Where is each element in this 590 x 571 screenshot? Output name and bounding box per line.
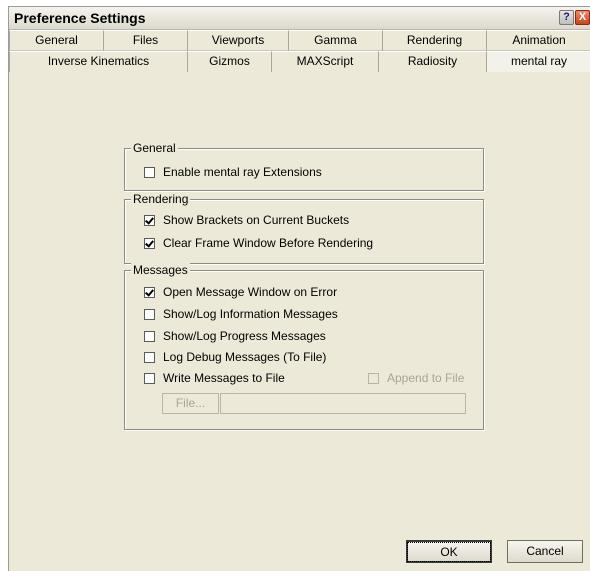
checkbox-label: Write Messages to File (163, 371, 285, 385)
enable-mental-ray-extensions-checkbox[interactable]: Enable mental ray Extensions (144, 164, 322, 180)
rendering-group: Rendering (124, 192, 484, 264)
show-log-information-checkbox[interactable]: Show/Log Information Messages (144, 306, 338, 322)
checkbox-box[interactable] (368, 372, 379, 384)
checkbox-box[interactable] (144, 237, 155, 249)
log-debug-messages-checkbox[interactable]: Log Debug Messages (To File) (144, 349, 326, 365)
checkbox-label: Show/Log Information Messages (163, 307, 338, 321)
checkbox-label: Open Message Window on Error (163, 285, 338, 299)
tab-mental-ray[interactable]: mental ray (486, 51, 590, 72)
checkbox-label: Show/Log Progress Messages (163, 329, 326, 343)
checkbox-box[interactable] (144, 166, 155, 178)
write-messages-to-file-checkbox[interactable]: Write Messages to File (144, 370, 285, 386)
checkbox-label: Enable mental ray Extensions (163, 165, 322, 179)
window-title: Preference Settings (14, 10, 146, 26)
general-group-title: General (131, 141, 178, 155)
show-brackets-checkbox[interactable]: Show Brackets on Current Buckets (144, 212, 349, 228)
title-bar[interactable]: Preference Settings ? X (9, 7, 590, 30)
close-button[interactable]: X (575, 10, 590, 25)
checkbox-box[interactable] (144, 286, 155, 298)
checkbox-box[interactable] (144, 214, 155, 226)
tab-gamma[interactable]: Gamma (288, 30, 382, 51)
tab-gizmos[interactable]: Gizmos (187, 51, 271, 72)
tab-files[interactable]: Files (103, 30, 187, 51)
checkbox-label: Log Debug Messages (To File) (163, 350, 327, 364)
tab-maxscript[interactable]: MAXScript (271, 51, 378, 72)
checkbox-box[interactable] (144, 372, 155, 384)
checkbox-box[interactable] (144, 330, 155, 342)
tab-inverse-kinematics[interactable]: Inverse Kinematics (9, 51, 187, 72)
help-button[interactable]: ? (559, 10, 574, 25)
open-message-window-checkbox[interactable]: Open Message Window on Error (144, 284, 337, 300)
ok-button[interactable]: OK (406, 540, 492, 563)
tab-rendering[interactable]: Rendering (382, 30, 486, 51)
file-path-field[interactable] (220, 393, 466, 414)
ok-button-label: OK (407, 542, 491, 562)
show-log-progress-checkbox[interactable]: Show/Log Progress Messages (144, 328, 326, 344)
tab-radiosity[interactable]: Radiosity (378, 51, 486, 72)
checkbox-box[interactable] (144, 351, 155, 363)
messages-group-title: Messages (131, 263, 190, 277)
clear-frame-window-checkbox[interactable]: Clear Frame Window Before Rendering (144, 235, 373, 251)
rendering-group-title: Rendering (131, 192, 191, 206)
file-button[interactable]: File... (162, 393, 219, 414)
checkbox-box[interactable] (144, 308, 155, 320)
preference-settings-dialog: Preference Settings ? X General Files Vi… (8, 6, 590, 571)
tab-viewports[interactable]: Viewports (187, 30, 288, 51)
tab-row-1: General Files Viewports Gamma Rendering … (9, 30, 590, 51)
tab-row-2: Inverse Kinematics Gizmos MAXScript Radi… (9, 51, 590, 72)
cancel-button[interactable]: Cancel (507, 540, 583, 563)
tab-animation[interactable]: Animation (486, 30, 590, 51)
checkbox-label: Append to File (387, 371, 465, 385)
append-to-file-checkbox[interactable]: Append to File (368, 370, 464, 386)
tab-general[interactable]: General (9, 30, 103, 51)
checkbox-label: Clear Frame Window Before Rendering (163, 236, 374, 250)
checkbox-label: Show Brackets on Current Buckets (163, 213, 350, 227)
